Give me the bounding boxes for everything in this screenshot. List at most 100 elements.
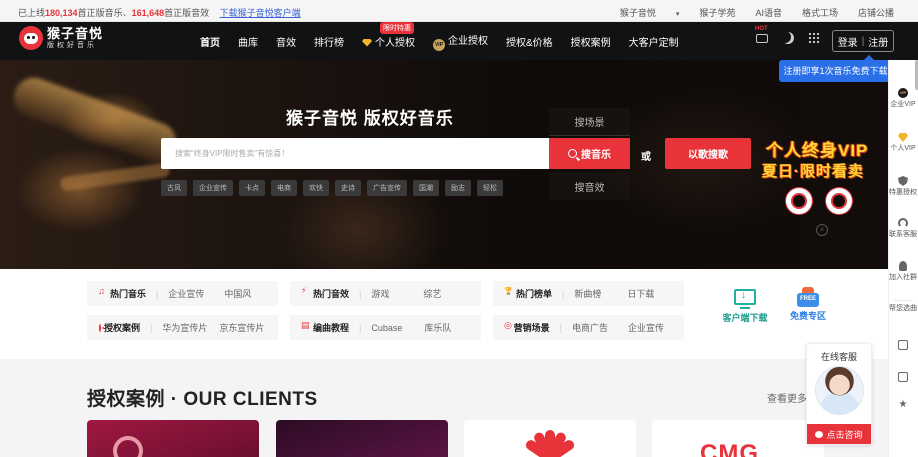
tag-item[interactable]: 古风 [161, 180, 187, 196]
top-link-brand-label: 猴子音悦 [619, 8, 656, 18]
client-card[interactable] [87, 420, 259, 457]
register-button[interactable]: 注册 [868, 34, 888, 49]
rail-contact-support[interactable]: 联系客服 [889, 218, 917, 239]
tag-item[interactable]: 国潮 [413, 180, 439, 196]
stats-text: 已上线180,134首正版音乐、161,648首正版音效 下载猴子音悦客户端 [18, 6, 301, 19]
nav-item-personal-license[interactable]: 限时特惠 个人授权 [362, 21, 415, 49]
customer-service-title: 在线客服 [820, 352, 857, 362]
search-input[interactable] [161, 138, 549, 169]
apps-grid-icon[interactable] [808, 32, 820, 44]
top-link-brand[interactable]: 猴子音悦 ▾ [600, 6, 680, 19]
login-button[interactable]: 登录 [838, 34, 858, 49]
search-music-button[interactable]: 搜音乐 [549, 138, 630, 169]
hot-music-link[interactable]: 企业宣传 [168, 287, 204, 300]
hot-label: HOT [755, 25, 768, 32]
rail-personal-vip[interactable]: 个人VIP [889, 132, 917, 153]
tag-item[interactable]: 企业宣传 [193, 180, 233, 196]
music-note-icon [98, 286, 107, 298]
nav-item-pricing[interactable]: 授权&价格 [506, 34, 553, 49]
logo[interactable]: 猴子音悦 版权好音乐 [19, 26, 103, 50]
top-link-store-broadcast[interactable]: 店铺公播 [858, 6, 894, 19]
rail-enterprise-vip[interactable]: VIP 企业VIP [889, 88, 917, 109]
top-link-academy[interactable]: 猴子学苑 [699, 6, 735, 19]
logo-title: 猴子音悦 [47, 26, 104, 41]
client-card[interactable] [276, 420, 448, 457]
register-tooltip[interactable]: 注册即享1次音乐免费下载 [779, 55, 892, 82]
rail-special-license[interactable]: 特惠授权 [889, 176, 917, 197]
vip-promo-banner[interactable]: 个人终身VIP 夏日·限时看卖 × [756, 136, 888, 236]
monitor-download-icon [734, 289, 756, 309]
rail-join-community[interactable]: 加入社群 [889, 261, 917, 282]
rail-chat[interactable] [889, 340, 917, 352]
client-card-cmg[interactable]: CMG [652, 420, 824, 457]
hot-tags: 古风 企业宣传 卡点 电商 欢快 史诗 广告宣传 国潮 励志 轻松 [161, 180, 503, 196]
person-icon [899, 261, 907, 271]
nav-item-cases[interactable]: 授权案例 [571, 34, 611, 49]
hot-charts-title[interactable]: 热门榜单 [516, 287, 552, 300]
client-card-huawei[interactable] [464, 420, 636, 457]
marketing-scenes-box: 营销场景 | 电商广告 企业宣传 [493, 315, 684, 340]
hot-charts-link[interactable]: 新曲榜 [574, 287, 601, 300]
hot-sfx-link[interactable]: 游戏 [371, 287, 389, 300]
divider: | [359, 322, 362, 333]
hot-charts-link[interactable]: 日下载 [627, 287, 654, 300]
arrangement-tutorial-title[interactable]: 编曲教程 [313, 321, 349, 334]
trophy-icon [504, 287, 513, 298]
tag-item[interactable]: 轻松 [477, 180, 503, 196]
tag-item[interactable]: 史诗 [335, 180, 361, 196]
sfx-label: 首正版音效 [164, 8, 210, 18]
nav-item-home[interactable]: 首页 [200, 34, 220, 49]
nav-item-library[interactable]: 曲库 [238, 34, 258, 49]
desktop-app-icon[interactable]: HOT [755, 26, 768, 43]
trumpet-image [8, 72, 182, 168]
hot-music-title[interactable]: 热门音乐 [110, 287, 146, 300]
license-cases-title[interactable]: 授权案例 [104, 321, 140, 334]
rail-favorite[interactable]: ★ [889, 400, 917, 412]
tag-item[interactable]: 欢快 [303, 180, 329, 196]
hot-sfx-title[interactable]: 热门音效 [313, 287, 349, 300]
rail-help-select-label: 帮您选曲 [889, 305, 917, 312]
top-link-ai-voice[interactable]: AI语音 [755, 6, 782, 19]
tag-item[interactable]: 广告宣传 [367, 180, 407, 196]
view-more-link[interactable]: 查看更多 [767, 390, 807, 405]
license-cases-link[interactable]: 京东宣传片 [219, 321, 264, 334]
nav-item-sound-effects[interactable]: 音效 [276, 34, 296, 49]
license-cases-box: 授权案例 | 华为宣传片 京东宣传片 [87, 315, 278, 340]
marketing-scenes-link[interactable]: 电商广告 [572, 321, 608, 334]
nav-item-charts[interactable]: 排行榜 [314, 34, 344, 49]
dark-mode-icon[interactable] [782, 32, 794, 44]
rail-message[interactable] [889, 372, 917, 384]
rail-help-select[interactable]: 帮您选曲 [889, 304, 917, 313]
marketing-scenes-title[interactable]: 营销场景 [514, 321, 550, 334]
free-zone-button[interactable]: FREE 免费专区 [783, 287, 833, 322]
divider: | [150, 322, 153, 333]
search-sfx-option[interactable]: 搜音效 [549, 172, 630, 200]
main-nav: 猴子音悦 版权好音乐 首页 曲库 音效 排行榜 限时特惠 个人授权 VIP 企业授… [0, 21, 918, 60]
nav-item-personal-license-label: 个人授权 [375, 37, 415, 49]
nav-item-enterprise-custom[interactable]: 大客户定制 [629, 34, 679, 49]
lifebuoy-icon [826, 188, 852, 214]
arrangement-tutorial-link[interactable]: Cubase [371, 323, 402, 333]
client-download-button[interactable]: 客户端下载 [720, 289, 770, 324]
search-scene-option[interactable]: 搜场景 [549, 108, 630, 136]
hot-music-link[interactable]: 中国风 [224, 287, 251, 300]
tag-item[interactable]: 电商 [271, 180, 297, 196]
consult-button[interactable]: 点击咨询 [807, 424, 871, 444]
marketing-scenes-link[interactable]: 企业宣传 [628, 321, 664, 334]
arrangement-tutorial-link[interactable]: 库乐队 [424, 321, 451, 334]
download-client-link[interactable]: 下载猴子音悦客户端 [220, 8, 301, 18]
lifebuoy-icon [786, 188, 812, 214]
search-music-label: 搜音乐 [581, 150, 611, 161]
avatar [815, 366, 864, 415]
license-cases-link[interactable]: 华为宣传片 [162, 321, 207, 334]
top-link-format-factory[interactable]: 格式工场 [802, 6, 838, 19]
nav-item-enterprise-license[interactable]: VIP 企业授权 [433, 32, 488, 51]
close-icon[interactable]: × [816, 224, 828, 236]
tag-item[interactable]: 卡点 [239, 180, 265, 196]
rail-enterprise-vip-label: 企业VIP [890, 101, 916, 108]
search-by-song-button[interactable]: 以歌搜歌 [665, 138, 751, 169]
promo-line2: 夏日·限时看卖 [762, 163, 864, 180]
diamond-icon [898, 133, 908, 142]
hot-sfx-link[interactable]: 综艺 [423, 287, 441, 300]
tag-item[interactable]: 励志 [445, 180, 471, 196]
